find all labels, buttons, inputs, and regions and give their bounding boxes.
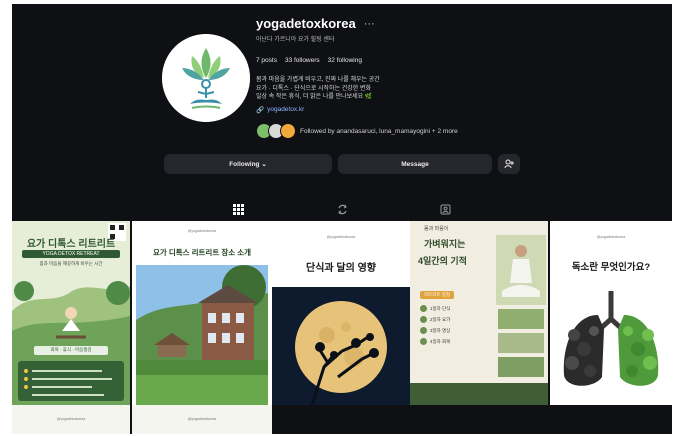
reels-icon xyxy=(337,204,347,214)
follower-avatar xyxy=(280,123,296,139)
bullet-icon xyxy=(420,316,427,323)
followers-count[interactable]: 33 followers xyxy=(285,57,320,64)
post-subtext: 몸과 마음을 깨끗하게 비우는 시간 xyxy=(39,261,103,266)
lotus-logo xyxy=(162,34,250,122)
bullet-icon xyxy=(420,338,427,345)
list-item: 3일차 명상 xyxy=(420,327,492,334)
list-item-text: 2일차 요가 xyxy=(430,316,451,322)
following-button[interactable]: Following ⌄ xyxy=(164,154,332,174)
post-account: @yogadetoxkorea xyxy=(187,417,217,421)
post-title: 단식과 달의 영향 xyxy=(306,263,376,274)
profile-avatar[interactable] xyxy=(162,34,250,122)
post-footer: 회복 · 휴식 · 마음챙김 xyxy=(50,347,92,352)
bio-line: 요가 · 디톡스 · 단식으로 시작하는 건강한 변화 xyxy=(256,85,372,92)
following-count[interactable]: 32 following xyxy=(328,57,362,64)
profile-page: yogadetoxkorea ··· 아난다 가르니아 요가 힐링 센터 7 p… xyxy=(12,4,672,434)
profile-bio: 몸과 마음을 가볍게 비우고, 진짜 나를 채우는 공간 요가 · 디톡스 · … xyxy=(256,76,616,102)
post-thumbnail[interactable]: @yogadetoxkorea xyxy=(12,405,130,434)
meditation-figure xyxy=(496,235,546,305)
post-toxins[interactable]: @yogadetoxkorea 독소란 무엇인가요? xyxy=(550,221,672,405)
bullet-icon xyxy=(420,305,427,312)
add-person-icon xyxy=(504,159,514,169)
post-four-days[interactable]: 몸과 마음이 가벼워지는 4일간의 기적 리트리트 일정 1일차 단식 2일차 … xyxy=(410,221,548,405)
post-account: @yogadetoxkorea xyxy=(326,235,356,239)
list-item: 1일차 단식 xyxy=(420,305,492,312)
lungs-illustration xyxy=(563,291,659,386)
profile-stats: 7 posts 33 followers 32 following xyxy=(256,57,616,64)
tab-reels[interactable] xyxy=(335,202,349,216)
profile-tabs xyxy=(12,199,672,219)
post-account: @yogadetoxkorea xyxy=(596,235,626,239)
post-footer-bar xyxy=(410,383,548,405)
list-item: 4일차 회복 xyxy=(420,338,492,345)
profile-info: yogadetoxkorea ··· 아난다 가르니아 요가 힐링 센터 7 p… xyxy=(256,16,616,139)
bio-line: 몸과 마음을 가볍게 비우고, 진짜 나를 채우는 공간 xyxy=(256,77,380,83)
followed-by[interactable]: Followed by anandasaruci, luna_mamayogin… xyxy=(256,123,458,139)
tab-tagged[interactable] xyxy=(438,202,452,216)
bio-line: 일상 속 작은 휴식, 더 맑은 나를 만나보세요 🌿 xyxy=(256,94,373,100)
post-banner: YOGA DETOX RETREAT xyxy=(22,250,120,258)
add-person-button[interactable] xyxy=(498,154,520,174)
followed-by-text: Followed by anandasaruci, luna_mamayogin… xyxy=(300,127,458,135)
building-photo xyxy=(136,265,268,405)
posts-count[interactable]: 7 posts xyxy=(256,57,277,64)
bullet-icon xyxy=(420,327,427,334)
link-text: yogadetox.kr xyxy=(267,106,305,113)
post-title: 요가 디톡스 리트리트 장소 소개 xyxy=(152,248,252,257)
more-options-icon[interactable]: ··· xyxy=(364,18,375,30)
posts-grid: 요가 디톡스 리트리트 YOGA DETOX RETREAT 몸과 마음을 깨끗… xyxy=(12,221,672,411)
post-account: 몸과 마음이 xyxy=(424,226,449,232)
grid-icon xyxy=(232,203,244,215)
list-item-text: 1일차 단식 xyxy=(430,305,451,311)
post-thumbnail[interactable]: @yogadetoxkorea xyxy=(132,405,272,434)
post-account: @yogadetoxkorea xyxy=(187,229,217,233)
post-title: 독소란 무엇인가요? xyxy=(571,262,651,273)
post-title: 요가 디톡스 리트리트 xyxy=(26,239,116,250)
post-title-line2: 4일간의 기적 xyxy=(418,256,467,266)
link-icon: 🔗 xyxy=(256,106,265,114)
schedule-badge: 리트리트 일정 xyxy=(420,291,455,299)
post-title-line1: 가벼워지는 xyxy=(424,239,466,249)
username: yogadetoxkorea xyxy=(256,16,356,31)
profile-category: 아난다 가르니아 요가 힐링 센터 xyxy=(256,37,335,43)
posts-grid-row-2: @yogadetoxkorea @yogadetoxkorea xyxy=(12,405,672,434)
profile-link[interactable]: 🔗 yogadetox.kr xyxy=(256,106,616,114)
list-item-text: 4일차 회복 xyxy=(430,338,451,344)
thumbnail-stack xyxy=(498,309,544,377)
list-item: 2일차 요가 xyxy=(420,316,492,323)
message-button[interactable]: Message xyxy=(338,154,492,174)
list-item-text: 3일차 명상 xyxy=(430,327,451,333)
schedule-list: 1일차 단식 2일차 요가 3일차 명상 4일차 회복 xyxy=(420,305,492,349)
message-label: Message xyxy=(401,160,429,168)
following-label: Following ⌄ xyxy=(229,161,267,168)
post-account: @yogadetoxkorea xyxy=(56,417,86,421)
moon-photo xyxy=(272,287,410,405)
post-venue[interactable]: @yogadetoxkorea 요가 디톡스 리트리트 장소 소개 xyxy=(132,221,272,405)
tagged-icon xyxy=(440,204,450,214)
tab-posts[interactable] xyxy=(231,202,245,216)
post-retreat-poster[interactable]: 요가 디톡스 리트리트 YOGA DETOX RETREAT 몸과 마음을 깨끗… xyxy=(12,221,130,405)
post-moon[interactable]: @yogadetoxkorea 단식과 달의 영향 xyxy=(272,221,410,405)
